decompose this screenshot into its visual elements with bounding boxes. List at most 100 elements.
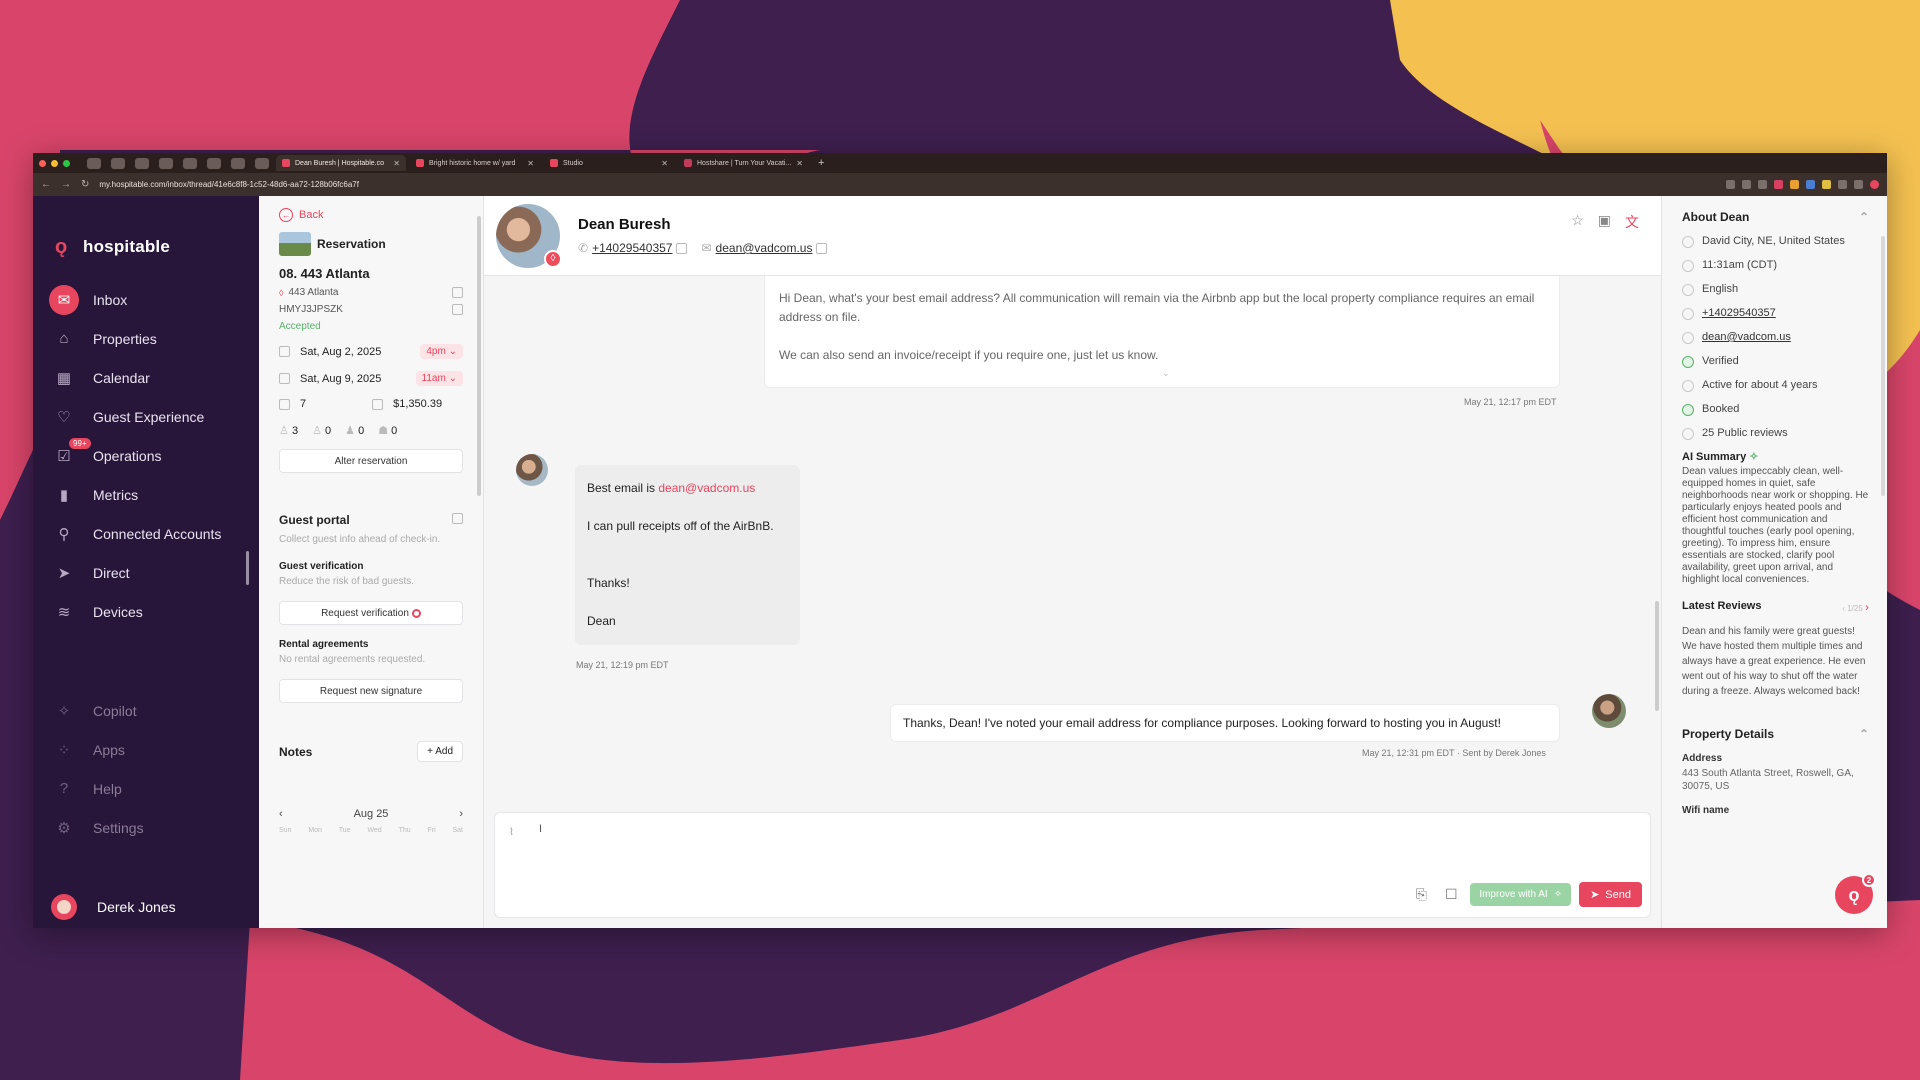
templates-icon[interactable]: ☐ <box>1440 886 1462 903</box>
message-composer[interactable]: ⌇ I ⎘ ☐ Improve with AI ✧ ➤ Send <box>494 812 1651 918</box>
pinned-tab[interactable] <box>183 157 197 169</box>
pinned-tab[interactable] <box>87 157 101 169</box>
sidebar-item-settings[interactable]: ⚙ Settings <box>33 808 259 847</box>
close-tab-icon[interactable]: ✕ <box>393 159 400 168</box>
user-profile[interactable]: Derek Jones <box>51 894 176 920</box>
back-button[interactable]: ← Back <box>279 208 463 222</box>
sidebar-item-devices[interactable]: ≋ Devices <box>33 592 259 631</box>
improve-with-ai-button[interactable]: Improve with AI ✧ <box>1470 883 1572 906</box>
sidebar-item-apps[interactable]: ⁘ Apps <box>33 730 259 769</box>
chevron-up-icon[interactable]: ⌃ <box>1859 727 1869 741</box>
extension-icon[interactable] <box>1742 180 1751 189</box>
send-button[interactable]: ➤ Send <box>1579 882 1642 907</box>
extension-icon[interactable] <box>1774 180 1783 189</box>
brand[interactable]: ǫ hospitable <box>33 196 259 268</box>
back-arrow-icon[interactable]: ← <box>41 179 51 190</box>
minimize-window-dot[interactable] <box>51 159 58 167</box>
latest-reviews-title: Latest Reviews <box>1682 600 1762 612</box>
request-signature-button[interactable]: Request new signature <box>279 679 463 703</box>
bar-chart-icon: ▮ <box>59 486 69 504</box>
window-controls[interactable] <box>39 159 70 167</box>
extension-icon[interactable] <box>1790 180 1799 189</box>
review-pager: ‹ 1/25 › <box>1842 600 1869 614</box>
property-details-header[interactable]: Property Details ⌃ <box>1682 727 1869 741</box>
browser-tab[interactable]: Bright historic home w/ yard ✕ <box>410 155 540 171</box>
pinned-tab[interactable] <box>135 157 149 169</box>
star-icon[interactable]: ☆ <box>1571 212 1584 232</box>
message-thread: Hi Dean, what's your best email address?… <box>484 276 1661 928</box>
browser-tab[interactable]: Studio ✕ <box>544 155 674 171</box>
chevron-left-icon[interactable]: ‹ <box>1842 604 1845 613</box>
guest-email-link[interactable]: dean@vadcom.us <box>716 241 813 255</box>
sidebar-scrollbar[interactable] <box>246 551 249 585</box>
maximize-window-dot[interactable] <box>63 159 70 167</box>
about-email-link[interactable]: dean@vadcom.us <box>1702 331 1791 344</box>
reservation-type: Reservation <box>317 237 386 251</box>
reload-icon[interactable]: ↻ <box>81 179 89 190</box>
browser-tab[interactable]: Dean Buresh | Hospitable.co ✕ <box>276 155 406 171</box>
email-link[interactable]: dean@vadcom.us <box>658 481 755 495</box>
extension-icon[interactable] <box>1822 180 1831 189</box>
extension-icon[interactable] <box>1854 180 1863 189</box>
pinned-tab[interactable] <box>111 157 125 169</box>
chevron-up-icon[interactable]: ⌃ <box>1859 210 1869 224</box>
receipt-icon <box>372 398 384 410</box>
next-month-icon[interactable]: › <box>459 808 463 820</box>
sidebar-item-operations[interactable]: ☑ 99+ Operations <box>33 436 259 475</box>
alter-reservation-button[interactable]: Alter reservation <box>279 449 463 473</box>
close-tab-icon[interactable]: ✕ <box>796 159 803 168</box>
sidebar-item-copilot[interactable]: ✧ Copilot <box>33 691 259 730</box>
thread-scrollbar[interactable] <box>1655 601 1659 711</box>
about-phone-link[interactable]: +14029540357 <box>1702 307 1776 320</box>
star-icon[interactable] <box>1758 180 1767 189</box>
translate-icon[interactable]: 文 <box>1625 212 1639 232</box>
sidebar-item-metrics[interactable]: ▮ Metrics <box>33 475 259 514</box>
prev-month-icon[interactable]: ‹ <box>279 808 283 820</box>
address-bar[interactable]: my.hospitable.com/inbox/thread/41e6c8f8-… <box>99 180 1716 189</box>
email-icon <box>1682 332 1694 344</box>
close-tab-icon[interactable]: ✕ <box>661 159 668 168</box>
extension-icon[interactable] <box>1806 180 1815 189</box>
copy-icon[interactable] <box>676 242 688 254</box>
profile-icon[interactable] <box>1870 180 1879 189</box>
sidebar-item-help[interactable]: ? Help <box>33 769 259 808</box>
add-note-button[interactable]: + Add <box>417 741 463 762</box>
external-link-icon[interactable] <box>452 287 463 298</box>
pinned-tab[interactable] <box>159 157 173 169</box>
panel-scrollbar[interactable] <box>477 216 481 496</box>
sidebar-item-inbox[interactable]: ✉ Inbox <box>33 280 259 319</box>
about-header[interactable]: About Dean ⌃ <box>1682 210 1869 224</box>
sidebar-item-properties[interactable]: ⌂ Properties <box>33 319 259 358</box>
chevron-down-icon[interactable]: ⌄ <box>1162 364 1170 383</box>
sidebar-item-calendar[interactable]: ▦ Calendar <box>33 358 259 397</box>
forward-arrow-icon[interactable]: → <box>61 179 71 190</box>
attachment-icon[interactable]: ⎘ <box>1410 886 1432 903</box>
sidebar-item-guest-experience[interactable]: ♡ Guest Experience <box>33 397 259 436</box>
guest-avatar[interactable]: ◊ <box>496 203 562 268</box>
extension-icon[interactable] <box>1838 180 1847 189</box>
close-tab-icon[interactable]: ✕ <box>527 159 534 168</box>
copy-icon[interactable] <box>452 513 463 524</box>
sidebar-item-direct[interactable]: ➤ Direct <box>33 553 259 592</box>
new-tab-button[interactable]: + <box>818 157 824 169</box>
host-reply: Thanks, Dean! I've noted your email addr… <box>890 704 1560 742</box>
copy-icon[interactable] <box>816 242 828 254</box>
pinned-tab[interactable] <box>207 157 221 169</box>
chevron-right-icon[interactable]: › <box>1865 600 1869 614</box>
pinned-tab[interactable] <box>255 157 269 169</box>
checkin-time-select[interactable]: 4pm ⌄ <box>420 344 463 359</box>
help-chat-button[interactable]: ǫ 2 <box>1835 873 1876 914</box>
checkout-time-select[interactable]: 11am ⌄ <box>415 371 463 386</box>
archive-icon[interactable]: ▣ <box>1598 212 1611 232</box>
sidebar-item-connected-accounts[interactable]: ⚲ Connected Accounts <box>33 514 259 553</box>
close-window-dot[interactable] <box>39 159 46 167</box>
about-booked: Booked <box>1682 403 1869 416</box>
request-verification-button[interactable]: Request verification <box>279 601 463 625</box>
about-scrollbar[interactable] <box>1881 236 1885 496</box>
browser-tab[interactable]: Hostshare | Turn Your Vacati... ✕ <box>678 155 808 171</box>
extension-icon[interactable] <box>1726 180 1735 189</box>
pinned-tab[interactable] <box>231 157 245 169</box>
record-icon <box>411 608 421 618</box>
guest-phone-link[interactable]: +14029540357 <box>592 241 672 255</box>
copy-icon[interactable] <box>452 304 463 315</box>
